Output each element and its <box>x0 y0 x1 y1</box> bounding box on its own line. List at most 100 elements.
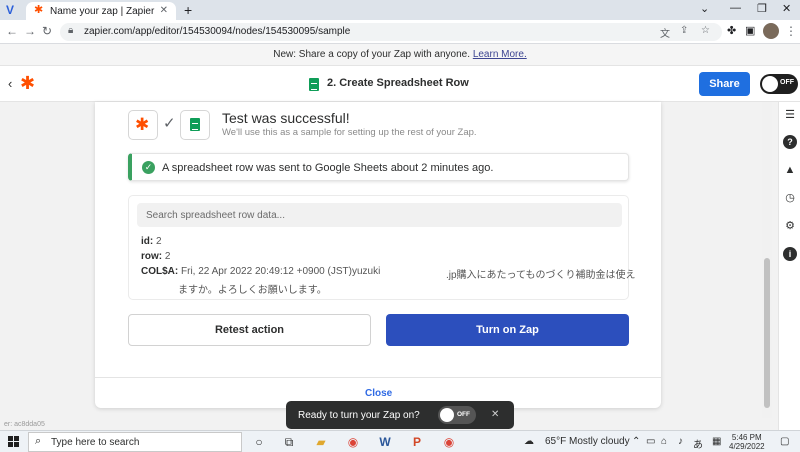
back-chevron-icon[interactable]: ‹ <box>8 76 12 91</box>
bookmark-star-icon[interactable]: ☆ <box>701 25 710 36</box>
history-clock-icon[interactable]: ◷ <box>783 191 797 205</box>
powerpoint-icon[interactable]: P <box>409 434 425 450</box>
editor-header: ‹ ✱ 2. Create Spreadsheet Row Share OFF <box>0 66 800 102</box>
banner-text: New: Share a copy of your Zap with anyon… <box>273 49 471 60</box>
volume-icon[interactable]: ♪ <box>678 436 683 447</box>
toggle-knob <box>762 76 778 92</box>
ime-mode-icon[interactable]: ▦ <box>712 436 721 447</box>
data-field-col-a[interactable]: COL$A: Fri, 22 Apr 2022 20:49:12 +0900 (… <box>141 266 380 277</box>
task-view-icon[interactable]: ⧉ <box>281 434 297 450</box>
learn-more-link[interactable]: Learn More. <box>473 49 527 60</box>
retest-action-button[interactable]: Retest action <box>128 314 371 346</box>
test-success-subtitle: We'll use this as a sample for setting u… <box>222 127 477 138</box>
success-check-icon: ✓ <box>142 161 155 174</box>
weather-text[interactable]: 65°F Mostly cloudy <box>545 436 630 447</box>
search-data-input[interactable] <box>137 203 622 227</box>
extensions-icon[interactable]: ✤ <box>727 24 736 37</box>
windows-start-icon[interactable] <box>8 436 20 448</box>
google-sheets-icon <box>309 78 319 91</box>
weather-icon[interactable]: ☁ <box>524 436 534 447</box>
field-key: id: <box>141 236 154 247</box>
file-explorer-icon[interactable]: ▰ <box>313 434 329 450</box>
battery-icon[interactable]: ▭ <box>646 436 655 447</box>
zapier-favicon-icon: ✱ <box>34 4 44 16</box>
details-list-icon[interactable]: ☰ <box>783 108 797 122</box>
search-icon: ⌕ <box>35 435 42 447</box>
tray-up-icon[interactable]: ⌃ <box>632 436 640 447</box>
data-field-row[interactable]: row: 2 <box>141 251 170 262</box>
browser-tab-strip: V ✱ Name your zap | Zapier ✕ + ⌄ — ❐ ✕ <box>0 0 800 20</box>
chrome-icon-2[interactable]: ◉ <box>441 434 457 450</box>
browser-status-text: er: ac8dda05 <box>4 421 45 428</box>
reload-icon[interactable]: ↻ <box>42 24 52 38</box>
test-success-title: Test was successful! <box>222 110 350 126</box>
toggle-knob <box>440 408 454 422</box>
col-a-value-continued: .jp購入にあたってものづくり補助金は使え <box>446 270 636 281</box>
url-text[interactable]: zapier.com/app/editor/154530094/nodes/15… <box>84 26 350 37</box>
turn-on-snackbar: Ready to turn your Zap on? OFF ✕ <box>286 401 514 429</box>
close-button[interactable]: Close <box>365 388 392 399</box>
field-value: 2 <box>156 236 162 247</box>
share-button[interactable]: Share <box>699 72 750 96</box>
share-page-icon[interactable]: ⇪ <box>680 25 688 36</box>
cortana-icon[interactable]: ○ <box>251 434 267 450</box>
panel-divider <box>95 377 661 378</box>
side-panel-icon[interactable]: ▣ <box>745 24 755 37</box>
address-bar[interactable]: 🔒︎ zapier.com/app/editor/154530094/nodes… <box>60 23 722 41</box>
field-key: COL$A: <box>141 266 179 277</box>
zapier-app-badge: ✱ <box>128 110 158 140</box>
taskbar-search-box[interactable]: ⌕ Type here to search <box>28 432 242 452</box>
snackbar-text: Ready to turn your Zap on? <box>298 410 420 421</box>
step-title[interactable]: 2. Create Spreadsheet Row <box>327 77 469 89</box>
data-field-id[interactable]: id: 2 <box>141 236 162 247</box>
field-value: 2 <box>164 251 171 262</box>
browser-toolbar: ← → ↻ 🔒︎ zapier.com/app/editor/154530094… <box>0 20 800 44</box>
sheets-app-badge <box>180 110 210 140</box>
warning-icon[interactable]: ▲ <box>783 163 797 177</box>
notifications-icon[interactable]: ▢ <box>780 436 789 447</box>
checkmark-icon: ✓ <box>163 115 176 132</box>
zap-on-off-toggle[interactable]: OFF <box>760 74 798 94</box>
browser-menu-icon[interactable]: ⋮ <box>785 24 797 38</box>
info-icon[interactable]: i <box>783 247 797 261</box>
tab-search-icon[interactable]: ⌄ <box>700 2 709 15</box>
alert-message: A spreadsheet row was sent to Google She… <box>162 162 494 174</box>
network-icon[interactable]: ⌂ <box>661 436 667 447</box>
turn-on-zap-button[interactable]: Turn on Zap <box>386 314 629 346</box>
help-icon[interactable]: ? <box>783 135 797 149</box>
right-sidebar: ☰ ? ▲ ◷ ⚙ i <box>778 102 800 430</box>
zapier-asterisk-icon: ✱ <box>135 115 150 134</box>
scrollbar-thumb[interactable] <box>764 258 770 408</box>
settings-gear-icon[interactable]: ⚙ <box>783 219 797 233</box>
forward-arrow-icon[interactable]: → <box>24 24 36 38</box>
chrome-icon[interactable]: ◉ <box>345 434 361 450</box>
field-value: Fri, 22 Apr 2022 20:49:12 +0900 (JST)yuz… <box>181 266 381 277</box>
zapier-logo-icon[interactable]: ✱ <box>20 74 35 92</box>
snackbar-toggle[interactable]: OFF <box>438 406 476 424</box>
ime-icon[interactable]: あ <box>693 436 703 451</box>
word-icon[interactable]: W <box>377 434 393 450</box>
windows-taskbar: ⌕ Type here to search ○ ⧉ ▰ ◉ W P ◉ ☁ 65… <box>0 430 800 452</box>
col-a-value-wrap: ますか。よろしくお願いします。 <box>178 285 327 296</box>
new-tab-icon[interactable]: + <box>184 2 192 18</box>
close-window-icon[interactable]: ✕ <box>782 2 791 15</box>
google-sheets-icon <box>190 118 200 131</box>
lock-icon[interactable]: 🔒︎ <box>68 25 73 36</box>
field-key: row: <box>141 251 163 262</box>
clock-time: 5:46 PM <box>731 433 762 442</box>
profile-avatar[interactable] <box>763 23 779 39</box>
back-arrow-icon[interactable]: ← <box>6 24 18 38</box>
dismiss-snackbar-icon[interactable]: ✕ <box>491 409 499 420</box>
restore-icon[interactable]: ❐ <box>757 2 767 15</box>
browser-tab[interactable]: ✱ Name your zap | Zapier ✕ <box>26 2 176 20</box>
minimize-icon[interactable]: — <box>730 2 741 14</box>
tab-title: Name your zap | Zapier <box>50 6 155 17</box>
announcement-banner: New: Share a copy of your Zap with anyon… <box>0 44 800 66</box>
system-clock[interactable]: 5:46 PM 4/29/2022 <box>729 433 765 451</box>
close-tab-icon[interactable]: ✕ <box>160 5 168 16</box>
success-alert: ✓ A spreadsheet row was sent to Google S… <box>128 153 629 181</box>
toggle-label: OFF <box>457 411 470 418</box>
translate-icon[interactable]: 文 <box>660 25 670 40</box>
chrome-app-icon[interactable]: V <box>6 3 20 17</box>
toggle-label: OFF <box>780 79 794 86</box>
